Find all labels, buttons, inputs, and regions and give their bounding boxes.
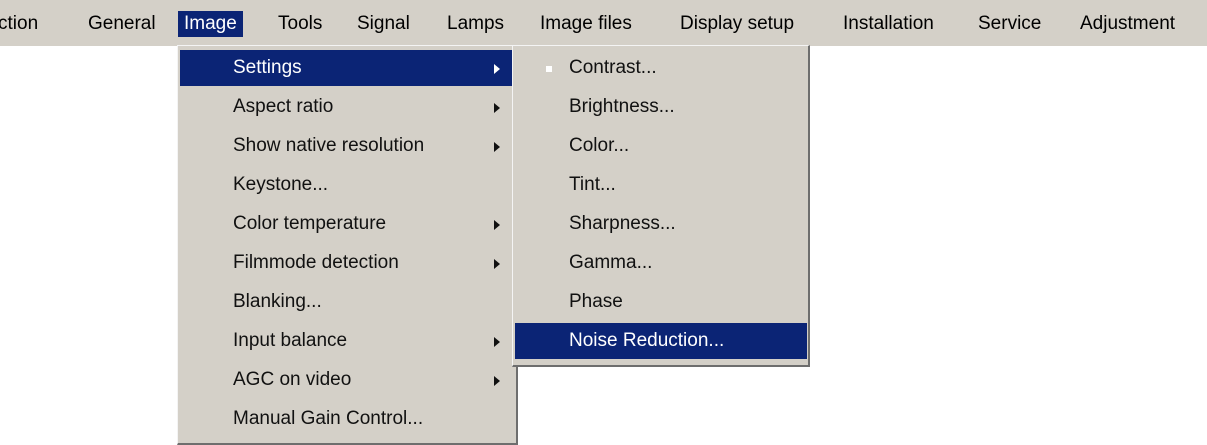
- menu-item-label: Settings: [233, 57, 302, 78]
- menu-item-label: Color temperature: [233, 213, 387, 234]
- menubar-item-installation[interactable]: Installation: [843, 11, 934, 37]
- check-bullet-icon: [546, 66, 552, 72]
- submenu-item-contrast[interactable]: Contrast...: [515, 50, 807, 86]
- submenu-item-phase[interactable]: Phase: [515, 284, 807, 320]
- submenu-item-label: Tint...: [569, 174, 616, 195]
- submenu-item-label: Noise Reduction...: [569, 330, 725, 351]
- menubar-item-image[interactable]: Image: [178, 11, 243, 37]
- image-menu: Settings Aspect ratio Show native resolu…: [177, 45, 518, 445]
- submenu-item-label: Brightness...: [569, 96, 675, 117]
- submenu-arrow-icon: [494, 142, 500, 152]
- submenu-item-noise-reduction[interactable]: Noise Reduction...: [515, 323, 807, 359]
- submenu-arrow-icon: [494, 337, 500, 347]
- submenu-item-label: Gamma...: [569, 252, 653, 273]
- menu-item-show-native-resolution[interactable]: Show native resolution: [180, 128, 515, 164]
- menu-item-label: Blanking...: [233, 291, 322, 312]
- submenu-item-label: Sharpness...: [569, 213, 676, 234]
- menu-item-manual-gain-control[interactable]: Manual Gain Control...: [180, 401, 515, 437]
- menu-item-input-balance[interactable]: Input balance: [180, 323, 515, 359]
- menu-item-aspect-ratio[interactable]: Aspect ratio: [180, 89, 515, 125]
- menu-item-label: Manual Gain Control...: [233, 408, 424, 429]
- submenu-arrow-icon: [494, 259, 500, 269]
- menubar-item-tools[interactable]: Tools: [278, 11, 322, 37]
- menu-item-label: AGC on video: [233, 369, 352, 390]
- menu-item-agc-on-video[interactable]: AGC on video: [180, 362, 515, 398]
- settings-submenu: Contrast... Brightness... Color... Tint.…: [512, 45, 810, 367]
- menu-item-color-temperature[interactable]: Color temperature: [180, 206, 515, 242]
- menu-item-label: Filmmode detection: [233, 252, 399, 273]
- menu-item-label: Aspect ratio: [233, 96, 334, 117]
- submenu-arrow-icon: [494, 103, 500, 113]
- submenu-arrow-icon: [494, 376, 500, 386]
- menu-bar: ction General Image Tools Signal Lamps I…: [0, 0, 1207, 46]
- submenu-item-gamma[interactable]: Gamma...: [515, 245, 807, 281]
- menubar-item-general[interactable]: General: [88, 11, 156, 37]
- menubar-item-lamps[interactable]: Lamps: [447, 11, 504, 37]
- submenu-item-color[interactable]: Color...: [515, 128, 807, 164]
- submenu-arrow-icon: [494, 220, 500, 230]
- menu-item-filmmode-detection[interactable]: Filmmode detection: [180, 245, 515, 281]
- menubar-item-service[interactable]: Service: [978, 11, 1041, 37]
- menu-item-blanking[interactable]: Blanking...: [180, 284, 515, 320]
- menubar-item-adjustment[interactable]: Adjustment: [1080, 11, 1175, 37]
- menu-item-label: Show native resolution: [233, 135, 425, 156]
- submenu-item-label: Phase: [569, 291, 623, 312]
- menu-item-label: Keystone...: [233, 174, 329, 195]
- submenu-item-tint[interactable]: Tint...: [515, 167, 807, 203]
- menubar-item-image-files[interactable]: Image files: [540, 11, 632, 37]
- menu-item-settings[interactable]: Settings: [180, 50, 515, 86]
- submenu-item-label: Color...: [569, 135, 630, 156]
- submenu-item-label: Contrast...: [569, 57, 657, 78]
- submenu-arrow-icon: [494, 64, 500, 74]
- menubar-item-signal[interactable]: Signal: [357, 11, 410, 37]
- menu-item-keystone[interactable]: Keystone...: [180, 167, 515, 203]
- submenu-item-brightness[interactable]: Brightness...: [515, 89, 807, 125]
- menubar-item-function[interactable]: ction: [0, 11, 38, 37]
- menubar-item-display-setup[interactable]: Display setup: [680, 11, 794, 37]
- menu-item-label: Input balance: [233, 330, 348, 351]
- submenu-item-sharpness[interactable]: Sharpness...: [515, 206, 807, 242]
